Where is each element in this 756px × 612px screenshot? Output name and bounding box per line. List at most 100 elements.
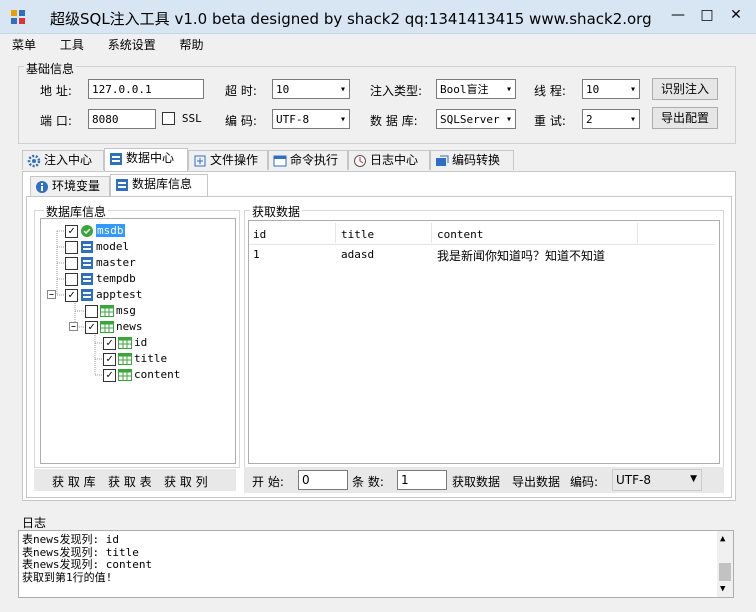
tree-node[interactable]: tempdb (65, 271, 136, 287)
tab-inject-center[interactable]: 注入中心 (22, 150, 104, 170)
encoding-value: UTF-8 (276, 113, 310, 126)
db-label: 数 据 库: (370, 114, 418, 128)
fetch-encoding-value: UTF-8 (616, 473, 651, 487)
scroll-up-icon[interactable]: ▲ (720, 533, 725, 546)
tab-label: 日志中心 (370, 153, 419, 167)
tree-node[interactable]: ✓ apptest (65, 287, 142, 303)
port-label: 端 口: (40, 114, 72, 128)
cell-content: 我是新闻你知道吗？知道不知道 (437, 249, 606, 263)
port-input[interactable]: 8080 (88, 109, 156, 129)
column-divider (431, 223, 432, 243)
log-scrollbar[interactable]: ▲ ▼ (717, 531, 733, 597)
tree-checkbox[interactable] (65, 272, 78, 286)
window-icon (273, 155, 287, 166)
subtab-environment[interactable]: 环境变量 (30, 176, 110, 196)
database-icon (116, 178, 128, 191)
tab-data-center[interactable]: 数据中心 (104, 148, 188, 171)
tree-node-label: msdb (96, 224, 125, 237)
tab-file-operation[interactable]: 文件操作 (188, 150, 268, 170)
tab-log-center[interactable]: 日志中心 (348, 150, 430, 170)
tree-checkbox[interactable] (65, 256, 78, 270)
tree-checkbox[interactable] (65, 240, 78, 254)
count-input[interactable]: 1 (397, 470, 447, 490)
ssl-checkbox[interactable] (162, 112, 175, 125)
retry-label: 重 试: (534, 114, 566, 128)
tree-node[interactable]: msg (85, 303, 136, 319)
log-line: 表news发现列: content (22, 558, 153, 571)
title-bar: 超级SQL注入工具 v1.0 beta designed by shack2 q… (0, 0, 756, 34)
column-divider (335, 223, 336, 243)
menu-item-settings[interactable]: 系统设置 (108, 38, 156, 52)
close-button[interactable]: ✕ (724, 6, 748, 24)
log-textarea[interactable]: 表news发现列: id 表news发现列: title 表news发现列: c… (18, 530, 734, 598)
tree-checkbox[interactable] (85, 304, 98, 318)
table-row[interactable]: 1 adasd 我是新闻你知道吗？知道不知道 (249, 247, 715, 263)
menu-item-help[interactable]: 帮助 (180, 38, 204, 52)
tree-checkbox[interactable]: ✓ (65, 288, 78, 302)
tree-checkbox[interactable]: ✓ (103, 336, 116, 350)
encoding-select[interactable]: UTF-8 ▾ (272, 109, 350, 129)
grid-header-title[interactable]: title (341, 228, 374, 241)
grid-header-content[interactable]: content (437, 228, 483, 241)
column-icon (118, 353, 132, 365)
tab-command-exec[interactable]: 命令执行 (268, 150, 348, 170)
subtab-label: 数据库信息 (132, 177, 193, 191)
export-data-button[interactable]: 导出数据 (512, 473, 560, 490)
tree-node[interactable]: master (65, 255, 136, 271)
tree-checkbox[interactable]: ✓ (65, 224, 78, 238)
encoding-label: 编 码: (225, 114, 257, 128)
retry-select[interactable]: 2 ▾ (582, 109, 640, 129)
fetch-data-button[interactable]: 获取数据 (452, 473, 500, 490)
clock-icon (354, 154, 366, 167)
db-tree[interactable]: ✓ msdb model master tempdb ✓ apptest msg ✓ news ✓ i… (40, 218, 236, 464)
column-icon (118, 369, 132, 381)
check-circle-icon (81, 225, 93, 237)
data-grid[interactable]: id title content 1 adasd 我是新闻你知道吗？知道不知道 (248, 220, 720, 464)
threads-label: 线 程: (534, 84, 566, 98)
tree-node[interactable]: model (65, 239, 129, 255)
timeout-select[interactable]: 10 ▾ (272, 79, 350, 99)
threads-select[interactable]: 10 ▾ (582, 79, 640, 99)
tree-checkbox[interactable]: ✓ (103, 368, 116, 382)
detect-injection-button[interactable]: 识别注入 (652, 78, 718, 100)
tree-node[interactable]: ✓ id (103, 335, 147, 351)
maximize-button[interactable]: □ (695, 6, 719, 24)
basic-info-legend: 基础信息 (24, 60, 77, 77)
export-config-button[interactable]: 导出配置 (652, 107, 718, 129)
table-icon (100, 321, 114, 333)
log-line: 表news发现列: id (22, 533, 119, 546)
inject-type-select[interactable]: Bool盲注 ▾ (436, 79, 516, 99)
scroll-down-icon[interactable]: ▼ (720, 583, 725, 596)
db-select[interactable]: SQLServer ▾ (436, 109, 516, 129)
chevron-down-icon: ▾ (339, 84, 346, 95)
database-icon (81, 289, 93, 301)
tree-checkbox[interactable]: ✓ (85, 320, 98, 334)
fetch-encoding-select[interactable]: UTF-8 ▼ (612, 469, 702, 491)
fetch-encoding-label: 编码: (570, 475, 599, 489)
menu-item-menu[interactable]: 菜单 (12, 38, 36, 52)
scroll-thumb[interactable] (719, 563, 731, 581)
chevron-down-icon: ▾ (505, 114, 512, 125)
inject-type-label: 注入类型: (370, 84, 423, 98)
ssl-checkbox-wrap[interactable]: SSL (162, 111, 202, 125)
tree-node[interactable]: ✓ news (85, 319, 143, 335)
subtab-db-info[interactable]: 数据库信息 (110, 174, 208, 197)
start-input[interactable]: 0 (298, 470, 348, 490)
tab-label: 数据中心 (126, 151, 175, 165)
tree-node[interactable]: ✓ title (103, 351, 167, 367)
get-db-button[interactable]: 获 取 库 (52, 473, 96, 490)
tab-label: 命令执行 (290, 153, 339, 167)
app-icon (11, 10, 25, 24)
tab-encode-convert[interactable]: 编码转换 (430, 150, 514, 170)
tree-node[interactable]: ✓ content (103, 367, 180, 383)
menu-item-tools[interactable]: 工具 (60, 38, 84, 52)
tree-node-label: title (134, 352, 168, 365)
address-input[interactable]: 127.0.0.1 (88, 79, 204, 99)
grid-header-id[interactable]: id (253, 228, 266, 241)
tree-checkbox[interactable]: ✓ (103, 352, 116, 366)
get-column-button[interactable]: 获 取 列 (164, 473, 208, 490)
column-icon (118, 337, 132, 349)
tree-node[interactable]: ✓ msdb (65, 223, 125, 239)
minimize-button[interactable]: — (666, 6, 690, 24)
get-table-button[interactable]: 获 取 表 (108, 473, 152, 490)
